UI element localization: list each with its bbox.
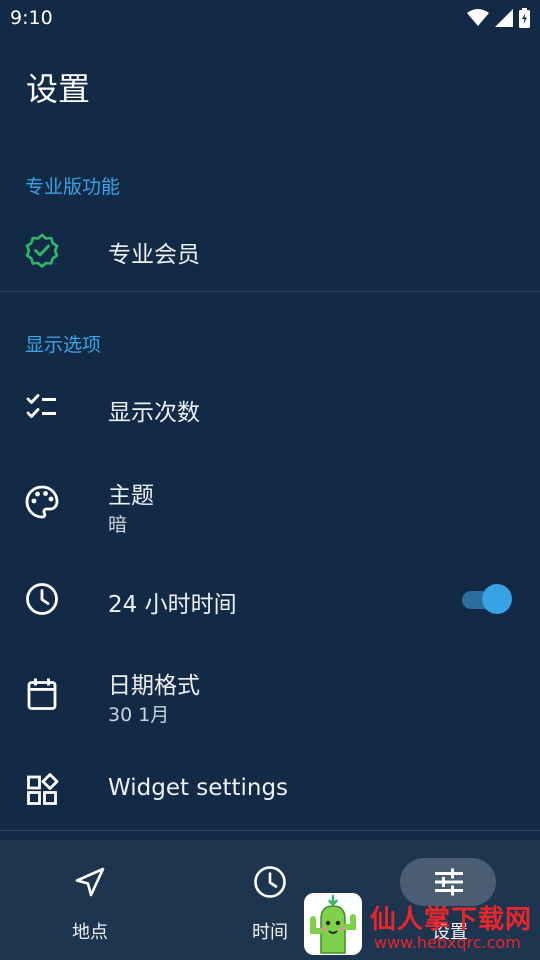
settings-item-widget-settings[interactable]: Widget settings — [0, 762, 540, 818]
nav-item-places[interactable]: 地点 — [0, 840, 180, 960]
palette-icon — [24, 484, 60, 520]
signal-icon — [495, 9, 513, 27]
watermark: 仙人掌下载网 www.hebxqrc.com — [304, 893, 540, 960]
clock-icon — [252, 864, 288, 900]
status-time: 9:10 — [10, 7, 53, 29]
page-title: 设置 — [26, 70, 91, 108]
settings-item-pro-member[interactable]: 专业会员 — [0, 222, 540, 278]
toggle-thumb — [482, 584, 512, 614]
section-header-pro: 专业版功能 — [25, 176, 121, 198]
watermark-text: 仙人掌下载网 — [370, 905, 533, 935]
navigation-arrow-icon — [72, 864, 108, 900]
settings-item-date-format[interactable]: 日期格式 30 1月 — [0, 660, 540, 730]
section-divider — [0, 291, 540, 292]
section-divider — [0, 830, 540, 831]
battery-icon — [519, 8, 530, 28]
settings-item-label: 24 小时时间 — [108, 592, 237, 618]
widgets-icon — [24, 772, 60, 808]
settings-item-theme[interactable]: 主题 暗 — [0, 470, 540, 540]
verified-badge-icon — [24, 232, 60, 268]
settings-item-show-count[interactable]: 显示次数 — [0, 380, 540, 436]
24-hour-toggle[interactable] — [460, 583, 512, 615]
settings-item-label: 日期格式 — [108, 673, 200, 699]
settings-item-value: 30 1月 — [108, 704, 170, 726]
cactus-logo-icon — [304, 893, 362, 955]
nav-label: 地点 — [72, 922, 108, 943]
wifi-icon — [467, 9, 489, 27]
clock-icon — [24, 581, 60, 617]
settings-item-value: 暗 — [108, 514, 128, 536]
status-icons — [467, 8, 530, 28]
settings-item-label: 主题 — [108, 483, 154, 509]
watermark-url: www.hebxqrc.com — [374, 933, 521, 952]
status-bar: 9:10 — [0, 0, 540, 36]
settings-item-label: 专业会员 — [108, 242, 200, 268]
settings-item-label: 显示次数 — [108, 400, 200, 426]
section-header-display: 显示选项 — [25, 334, 102, 356]
settings-item-label: Widget settings — [108, 775, 289, 801]
settings-item-24-hour[interactable]: 24 小时时间 — [0, 572, 540, 628]
checklist-icon — [24, 390, 60, 426]
calendar-icon — [24, 676, 60, 712]
